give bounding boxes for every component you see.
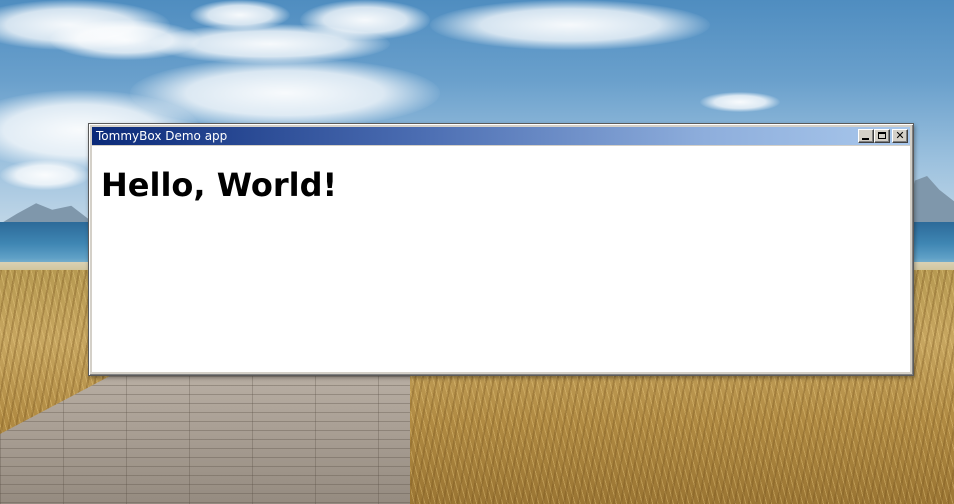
desktop: TommyBox Demo app ✕ Hello, World! [0,0,954,504]
wallpaper-cloud [0,160,90,190]
maximize-icon [878,132,886,139]
maximize-button[interactable] [874,129,890,143]
greeting-heading: Hello, World! [101,166,338,204]
minimize-button[interactable] [858,129,874,143]
window-controls: ✕ [858,129,908,143]
app-window[interactable]: TommyBox Demo app ✕ Hello, World! [88,123,914,376]
window-client-area: Hello, World! [92,146,910,372]
wallpaper-cloud [430,0,710,50]
close-button[interactable]: ✕ [892,129,908,143]
window-title: TommyBox Demo app [96,129,228,143]
minimize-icon [862,138,869,140]
wallpaper-cloud [700,92,780,112]
close-icon: ✕ [895,129,905,142]
window-titlebar[interactable]: TommyBox Demo app ✕ [92,127,910,145]
